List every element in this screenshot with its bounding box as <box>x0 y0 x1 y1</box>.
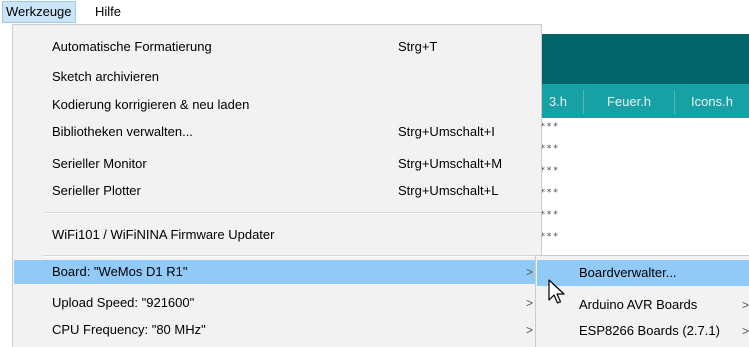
menu-item-label: Serieller Monitor <box>52 156 147 171</box>
menu-separator <box>43 256 541 257</box>
submenu-item-esp8266[interactable]: ESP8266 Boards (2.7.1) > <box>537 318 749 344</box>
submenu-arrow-icon: > <box>526 296 534 310</box>
code-comment-line: *** <box>540 144 560 154</box>
submenu-item-label: Arduino AVR Boards <box>579 297 698 312</box>
code-comment-line: *** <box>540 232 560 242</box>
menu-item-shortcut: Strg+Umschalt+L <box>398 183 499 198</box>
menu-werkzeuge[interactable]: Werkzeuge <box>2 1 76 23</box>
menu-hilfe[interactable]: Hilfe <box>92 2 124 22</box>
submenu-item-arduino-avr[interactable]: Arduino AVR Boards > <box>537 292 749 318</box>
submenu-item-label: ESP8266 Boards (2.7.1) <box>579 323 720 338</box>
tools-menu: Automatische Formatierung Strg+T Sketch … <box>12 24 542 347</box>
menu-item-label: CPU Frequency: "80 MHz" <box>52 322 206 337</box>
menu-item-cpu-frequency[interactable]: CPU Frequency: "80 MHz" > <box>14 318 542 342</box>
code-comment-line: *** <box>540 188 560 198</box>
submenu-arrow-icon: > <box>526 265 534 279</box>
menu-item-serial-plotter[interactable]: Serieller Plotter Strg+Umschalt+L <box>14 179 542 203</box>
menu-item-label: Sketch archivieren <box>52 69 159 84</box>
code-comment-line: *** <box>540 166 560 176</box>
menu-item-fix-encoding[interactable]: Kodierung korrigieren & neu laden <box>14 93 542 117</box>
menubar: Werkzeuge Hilfe <box>0 0 749 24</box>
menu-item-firmware-updater[interactable]: WiFi101 / WiFiNINA Firmware Updater <box>14 223 542 247</box>
tab-3h[interactable]: 3.h <box>538 86 578 118</box>
menu-item-label: Serieller Plotter <box>52 183 141 198</box>
menu-item-label: Automatische Formatierung <box>52 39 212 54</box>
menu-item-upload-speed[interactable]: Upload Speed: "921600" > <box>14 291 542 315</box>
menu-item-serial-monitor[interactable]: Serieller Monitor Strg+Umschalt+M <box>14 152 542 176</box>
menu-item-shortcut: Strg+Umschalt+M <box>398 156 503 171</box>
submenu-item-label: Boardverwalter... <box>579 265 677 280</box>
menu-item-board[interactable]: Board: "WeMos D1 R1" > <box>14 260 542 284</box>
tab-divider <box>674 90 675 114</box>
menu-item-shortcut: Strg+Umschalt+I <box>398 124 495 139</box>
code-comment-line: *** <box>540 122 560 132</box>
editor-toolbar <box>510 34 749 84</box>
tab-icons-h[interactable]: Icons.h <box>680 86 744 118</box>
tab-feuer-h[interactable]: Feuer.h <box>590 86 668 118</box>
menu-item-manage-libraries[interactable]: Bibliotheken verwalten... Strg+Umschalt+… <box>14 120 542 144</box>
code-comment-line: *** <box>540 210 560 220</box>
menu-separator <box>43 213 541 214</box>
menu-item-shortcut: Strg+T <box>398 39 438 54</box>
menu-item-label: WiFi101 / WiFiNINA Firmware Updater <box>52 227 275 242</box>
menu-item-archive-sketch[interactable]: Sketch archivieren <box>14 65 542 89</box>
menu-item-auto-format[interactable]: Automatische Formatierung Strg+T <box>14 35 542 59</box>
submenu-arrow-icon: > <box>526 323 534 337</box>
menu-item-label: Kodierung korrigieren & neu laden <box>52 97 250 112</box>
submenu-arrow-icon: > <box>742 298 749 312</box>
mouse-cursor-icon <box>548 279 565 304</box>
submenu-item-board-manager[interactable]: Boardverwalter... <box>537 260 749 286</box>
menu-item-label: Upload Speed: "921600" <box>52 295 195 310</box>
tab-divider <box>583 90 584 114</box>
submenu-arrow-icon: > <box>742 324 749 338</box>
menu-item-label: Bibliotheken verwalten... <box>52 124 193 139</box>
menu-item-label: Board: "WeMos D1 R1" <box>52 264 188 279</box>
